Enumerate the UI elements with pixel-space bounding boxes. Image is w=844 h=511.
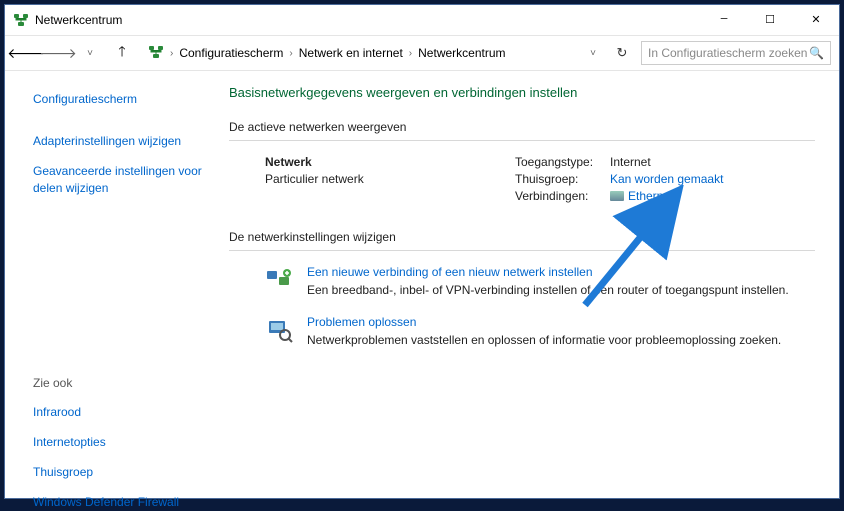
close-button[interactable]: ✕ xyxy=(793,5,839,35)
troubleshoot-icon xyxy=(265,315,293,343)
sidebar-item-homegroup[interactable]: Thuisgroep xyxy=(33,464,203,480)
active-networks-header: De actieve netwerken weergeven xyxy=(229,120,815,134)
network-identity: Netwerk Particulier netwerk xyxy=(265,155,485,206)
task-desc: Netwerkproblemen vaststellen en oplossen… xyxy=(307,333,781,347)
divider xyxy=(229,250,815,251)
homegroup-link[interactable]: Kan worden gemaakt xyxy=(610,172,723,186)
content-area: Configuratiescherm Adapterinstellingen w… xyxy=(5,71,839,498)
task-desc: Een breedband-, inbel- of VPN-verbinding… xyxy=(307,283,789,297)
see-also-header: Zie ook xyxy=(33,376,203,390)
chevron-right-icon[interactable]: › xyxy=(170,48,173,59)
app-icon xyxy=(13,12,29,28)
address-dropdown-icon[interactable]: ˅ xyxy=(590,48,596,59)
sidebar-item-adapter-settings[interactable]: Adapterinstellingen wijzigen xyxy=(33,133,203,149)
active-network: Netwerk Particulier netwerk Toegangstype… xyxy=(229,155,815,206)
sidebar-item-firewall[interactable]: Windows Defender Firewall xyxy=(33,494,203,510)
search-input[interactable]: In Configuratiescherm zoeken 🔍 xyxy=(641,41,831,65)
sidebar: Configuratiescherm Adapterinstellingen w… xyxy=(5,71,215,498)
title-bar: Netwerkcentrum ─ ☐ ✕ xyxy=(5,5,839,35)
minimize-button[interactable]: ─ xyxy=(701,5,747,35)
connection-link[interactable]: Ethernet xyxy=(628,189,673,203)
recent-dropdown[interactable]: ˅ xyxy=(77,40,103,66)
maximize-button[interactable]: ☐ xyxy=(747,5,793,35)
address-icon xyxy=(148,44,164,63)
network-type: Particulier netwerk xyxy=(265,172,485,186)
network-properties: Toegangstype: Internet Thuisgroep: Kan w… xyxy=(515,155,815,206)
sidebar-item-infrared[interactable]: Infrarood xyxy=(33,404,203,420)
back-button[interactable]: 🡐 xyxy=(13,40,39,66)
window-title: Netwerkcentrum xyxy=(35,13,701,27)
window-frame: Netwerkcentrum ─ ☐ ✕ 🡐 🡒 ˅ 🡑 › Configura… xyxy=(4,4,840,499)
address-bar[interactable]: › Configuratiescherm › Netwerk en intern… xyxy=(141,41,603,65)
sidebar-item-advanced-sharing[interactable]: Geavanceerde instellingen voor delen wij… xyxy=(33,163,203,195)
task-title: Een nieuwe verbinding of een nieuw netwe… xyxy=(307,265,789,279)
ethernet-icon xyxy=(610,191,624,201)
page-title: Basisnetwerkgegevens weergeven en verbin… xyxy=(229,85,815,100)
main-content: Basisnetwerkgegevens weergeven en verbin… xyxy=(215,71,839,498)
search-placeholder: In Configuratiescherm zoeken xyxy=(648,46,809,60)
chevron-right-icon[interactable]: › xyxy=(409,48,412,59)
navigation-bar: 🡐 🡒 ˅ 🡑 › Configuratiescherm › Netwerk e… xyxy=(5,35,839,71)
new-connection-icon xyxy=(265,265,293,293)
divider xyxy=(229,140,815,141)
task-title: Problemen oplossen xyxy=(307,315,781,329)
crumb-control-panel[interactable]: Configuratiescherm xyxy=(179,46,283,60)
network-name: Netwerk xyxy=(265,155,485,169)
change-settings-header: De netwerkinstellingen wijzigen xyxy=(229,230,815,244)
forward-button: 🡒 xyxy=(45,40,71,66)
refresh-button[interactable]: ↻ xyxy=(609,41,635,65)
up-button[interactable]: 🡑 xyxy=(109,40,135,66)
search-icon: 🔍 xyxy=(809,46,824,60)
connections-label: Verbindingen: xyxy=(515,189,610,203)
chevron-right-icon[interactable]: › xyxy=(289,48,292,59)
sidebar-item-control-panel[interactable]: Configuratiescherm xyxy=(33,91,203,107)
task-new-connection[interactable]: Een nieuwe verbinding of een nieuw netwe… xyxy=(229,265,815,297)
access-type-label: Toegangstype: xyxy=(515,155,610,169)
crumb-network-center[interactable]: Netwerkcentrum xyxy=(418,46,505,60)
access-type-value: Internet xyxy=(610,155,651,169)
homegroup-label: Thuisgroep: xyxy=(515,172,610,186)
task-troubleshoot[interactable]: Problemen oplossen Netwerkproblemen vast… xyxy=(229,315,815,347)
sidebar-item-internet-options[interactable]: Internetopties xyxy=(33,434,203,450)
crumb-network-internet[interactable]: Netwerk en internet xyxy=(299,46,403,60)
